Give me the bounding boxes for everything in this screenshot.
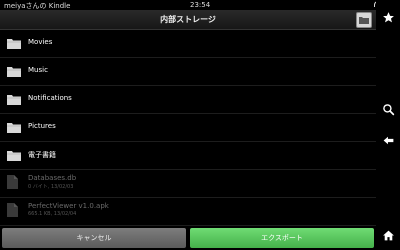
status-bar: meiyaさんの Kindle 23:54 [0,0,400,10]
folder-icon [7,39,21,49]
action-bar: キャンセル エクスポート [0,226,376,250]
back-button[interactable] [380,132,396,148]
search-button[interactable] [380,101,396,117]
folder-icon [7,151,21,161]
list-item-meta: 665.1 KB, 13/02/04 [28,211,77,217]
back-arrow-icon [383,136,393,144]
list-item[interactable]: Music [0,58,376,86]
file-icon [7,203,18,217]
list-item-label: 電子書籍 [28,151,56,159]
file-icon [7,175,18,189]
list-item[interactable]: 電子書籍 [0,142,376,170]
folder-icon [7,95,21,105]
folder-icon [359,17,369,24]
cancel-button[interactable]: キャンセル [2,228,186,248]
search-icon [382,103,394,115]
home-icon [382,230,394,240]
favorites-button[interactable] [380,9,396,25]
new-folder-button[interactable] [356,12,372,28]
list-item[interactable]: Notifications [0,86,376,114]
list-item-label: Notifications [28,94,72,102]
list-item-meta: 0 バイト, 13/02/03 [28,184,74,190]
list-item-label: Music [28,66,48,74]
status-time: 23:54 [190,1,211,9]
export-button[interactable]: エクスポート [190,228,374,248]
home-button[interactable] [380,227,396,243]
list-item-label: PerfectViewer v1.0.apk [28,202,109,210]
star-icon [382,11,394,22]
side-nav [376,0,400,250]
list-item-label: Databases.db [28,174,77,182]
list-item[interactable]: Databases.db 0 バイト, 13/02/03 [0,170,376,198]
folder-icon [7,123,21,133]
folder-icon [7,67,21,77]
list-item[interactable]: Pictures [0,114,376,142]
list-item[interactable]: PerfectViewer v1.0.apk 665.1 KB, 13/02/0… [0,198,376,226]
file-list: Movies Music Notifications Pictures 電子書籍 [0,30,376,226]
list-item-label: Movies [28,38,53,46]
list-item[interactable]: Movies [0,30,376,58]
header-bar: 内部ストレージ [0,10,376,30]
page-title: 内部ストレージ [160,15,216,24]
list-item-label: Pictures [28,122,56,130]
